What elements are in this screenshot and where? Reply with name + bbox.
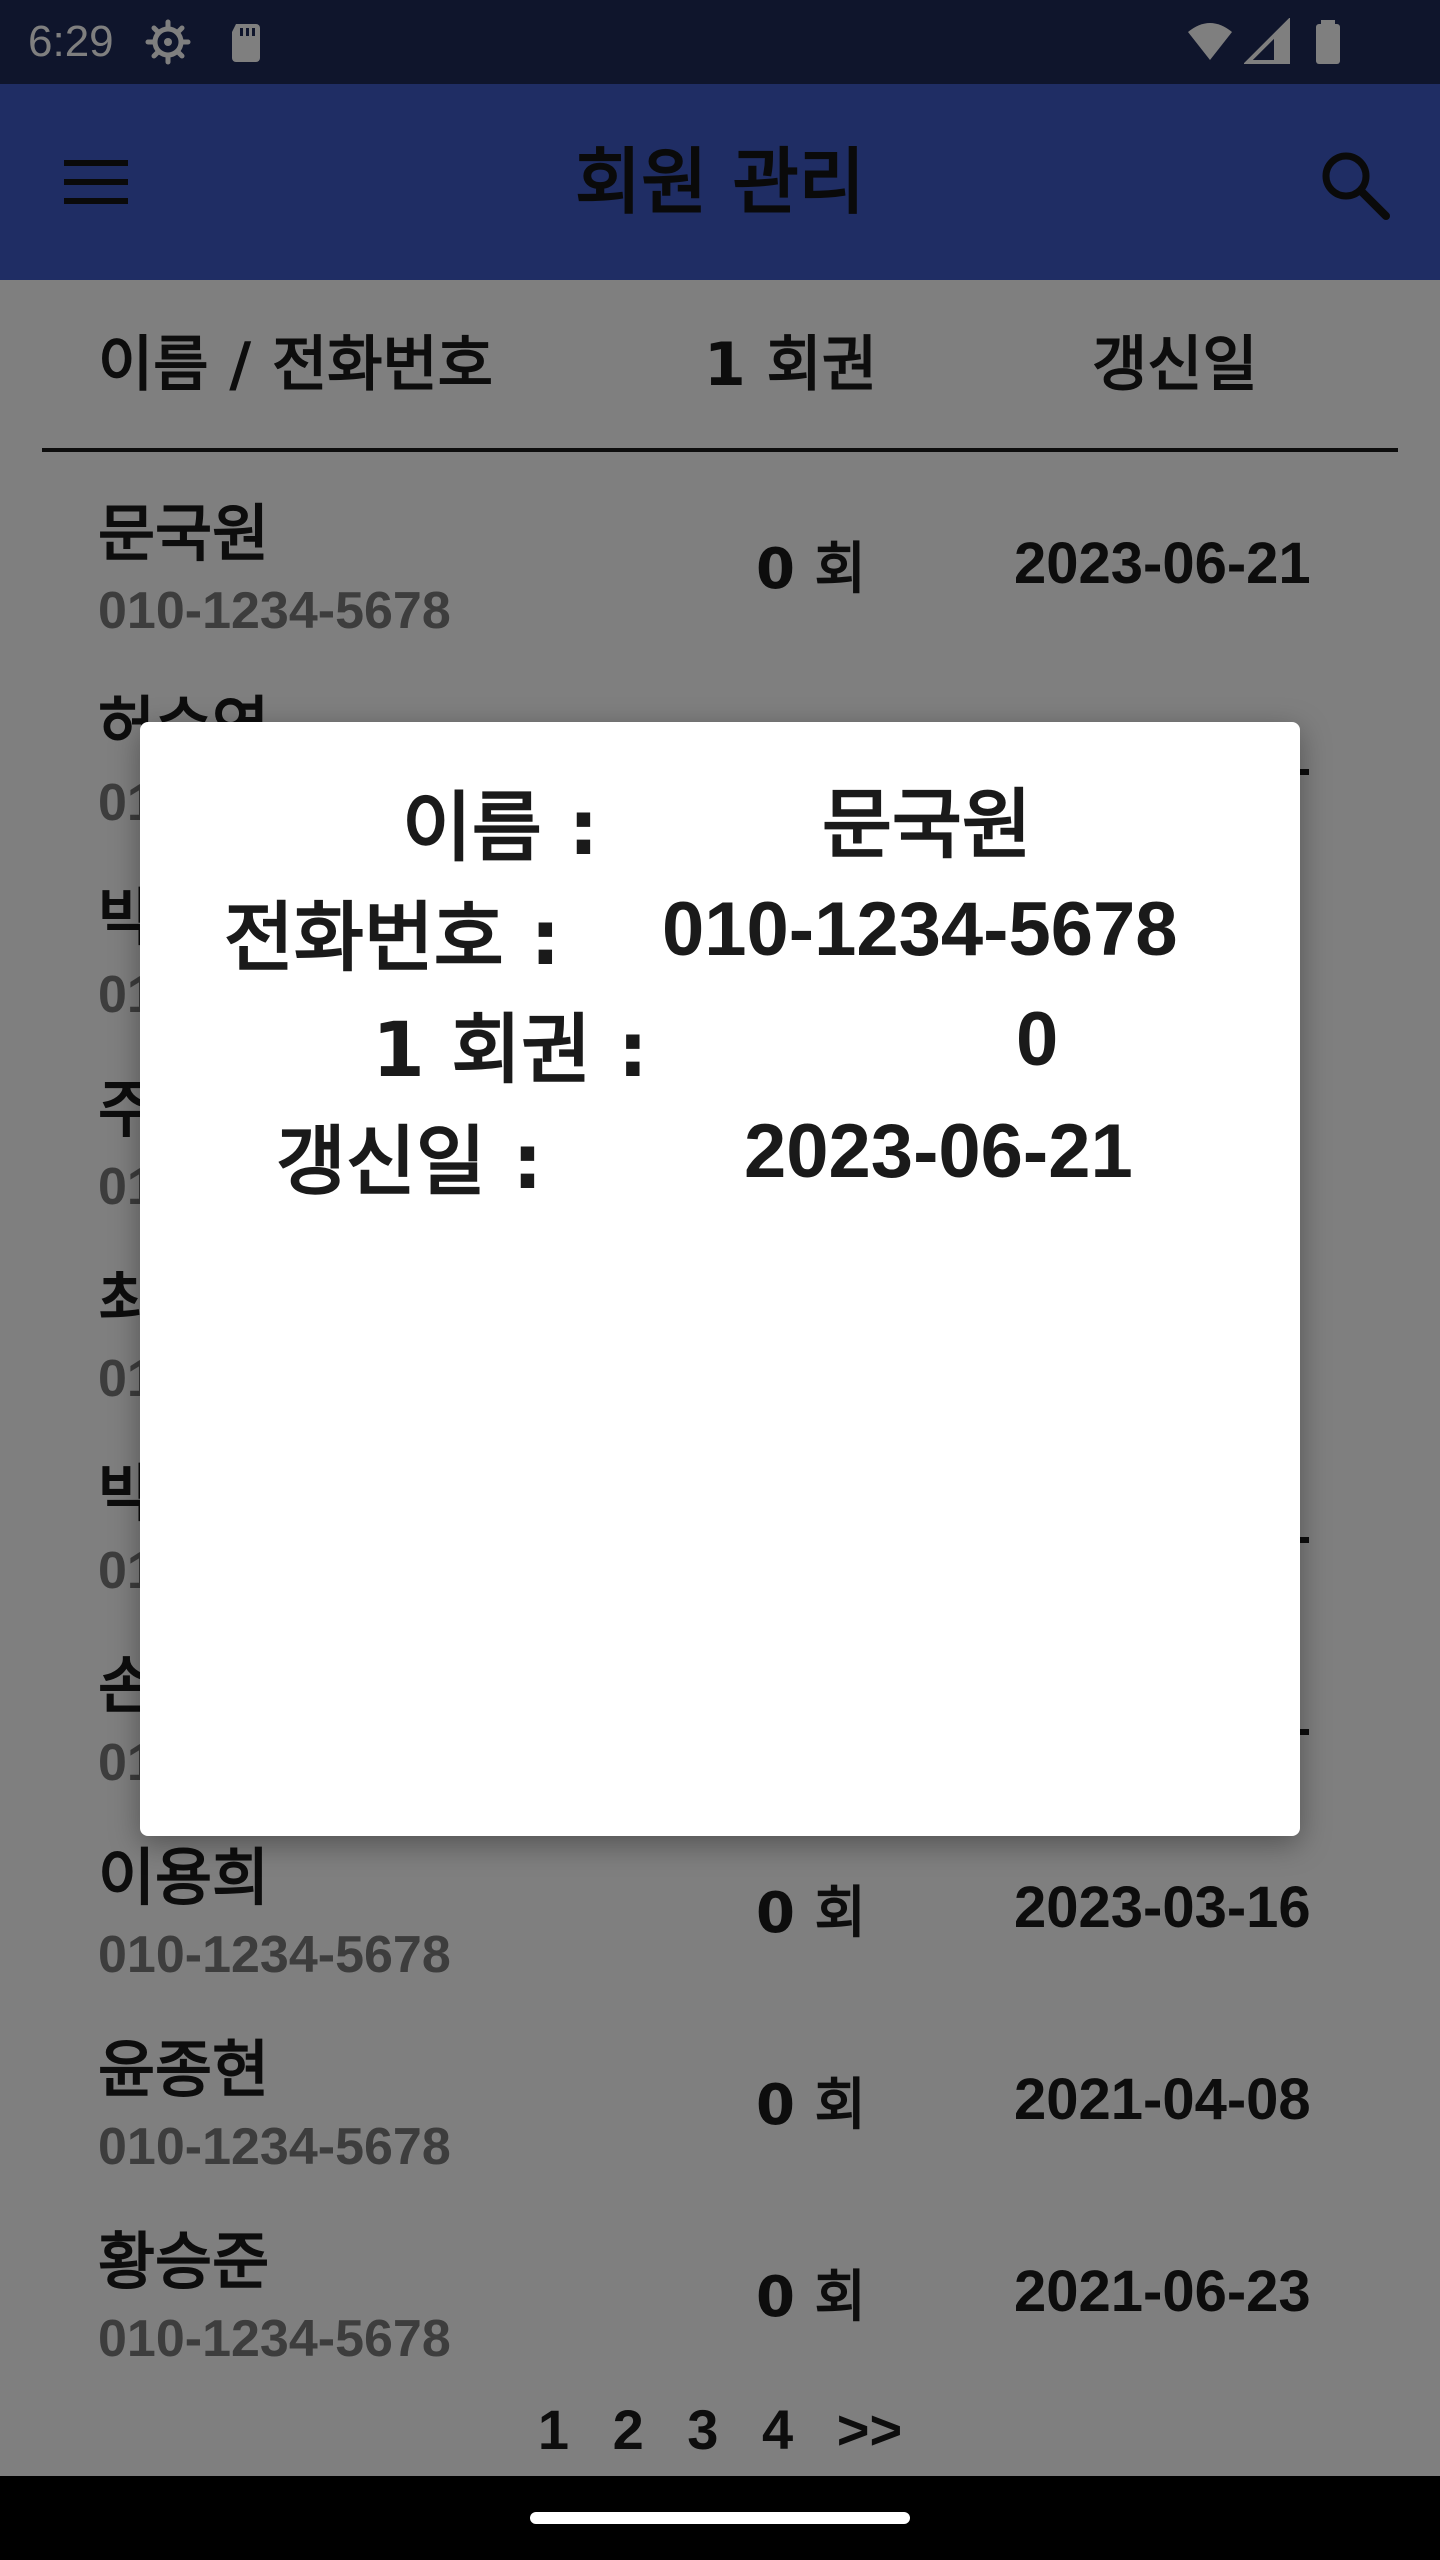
dialog-phone-label: 전화번호 : (224, 893, 561, 982)
member-detail-dialog: 이름 : 문국원 전화번호 : 010-1234-5678 1 회권 : 0 갱… (140, 722, 1300, 1836)
dialog-count-label: 1 회권 : (372, 1005, 649, 1094)
home-gesture-handle[interactable] (530, 2512, 910, 2524)
dialog-name-value: 문국원 (822, 783, 1032, 868)
system-nav-bar (0, 2476, 1440, 2560)
dialog-name-label: 이름 : (402, 783, 599, 872)
dialog-count-value: 0 (1016, 997, 1059, 1082)
dialog-phone-value: 010-1234-5678 (662, 887, 1178, 972)
dialog-date-label: 갱신일 : (276, 1117, 543, 1206)
dialog-date-value: 2023-06-21 (744, 1109, 1133, 1194)
